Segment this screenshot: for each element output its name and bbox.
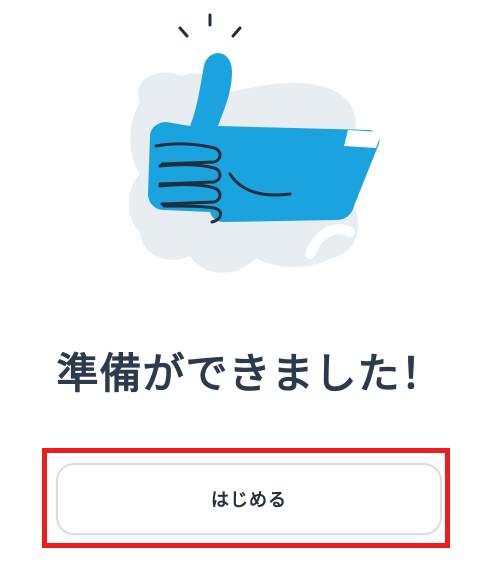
page-title: 準備ができました！ [56, 349, 444, 398]
sparkle-icon [178, 13, 242, 38]
thumbs-up-illustration [128, 13, 382, 273]
ready-screen: 準備ができました！ はじめる [0, 0, 500, 580]
start-button[interactable]: はじめる [56, 463, 442, 535]
cuff [344, 130, 382, 148]
